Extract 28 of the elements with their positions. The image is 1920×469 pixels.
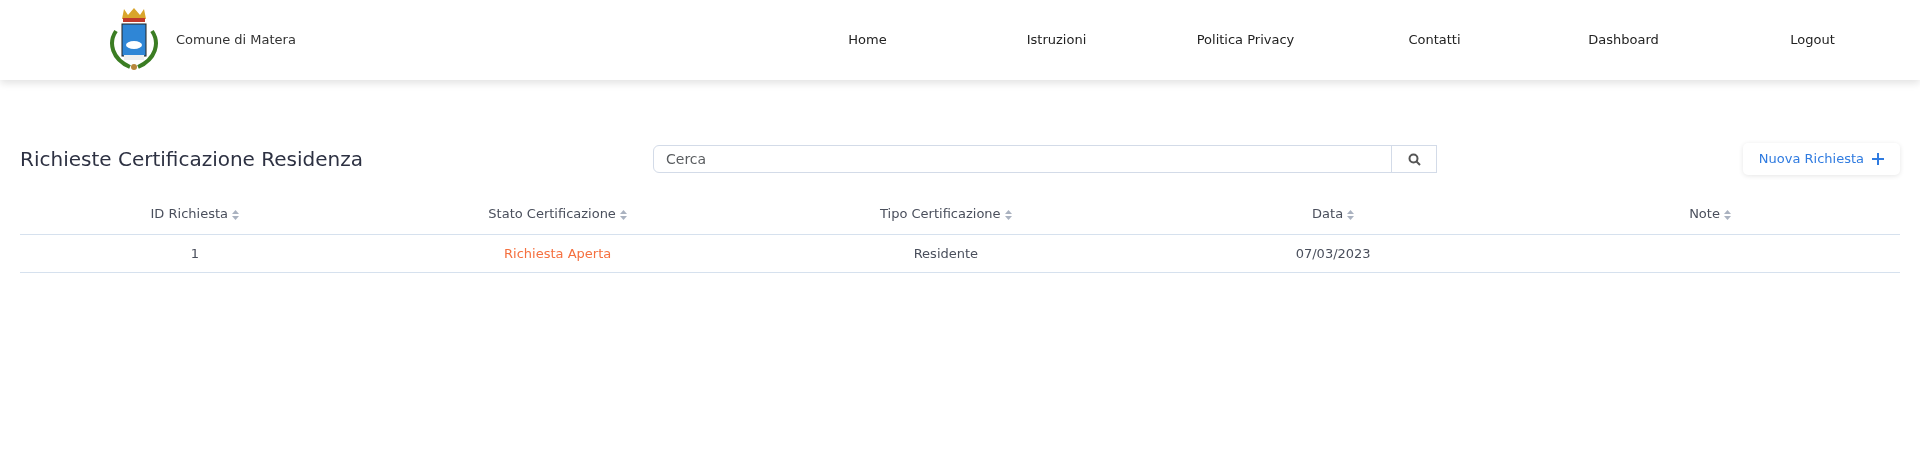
nav-link[interactable]: Politica Privacy: [1151, 30, 1340, 50]
nav-link[interactable]: Logout: [1718, 30, 1907, 50]
search-field[interactable]: Cerca: [653, 145, 1392, 173]
nav-link[interactable]: Istruzioni: [962, 30, 1151, 50]
new-request-button[interactable]: Nuova Richiesta: [1742, 143, 1900, 175]
coat-of-arms-logo: [108, 7, 160, 73]
column-header[interactable]: ID Richiesta: [150, 206, 228, 221]
search-button[interactable]: [1391, 145, 1437, 173]
plus-icon: [1872, 153, 1884, 165]
column-header[interactable]: Note: [1689, 206, 1720, 221]
table-cell: 07/03/2023: [1295, 245, 1371, 261]
brand-name: Comune di Matera: [176, 31, 296, 50]
sort-icon[interactable]: [232, 209, 240, 220]
status-text: Richiesta Aperta: [504, 245, 612, 261]
column-header[interactable]: Data: [1312, 206, 1344, 221]
page-title: Richieste Certificazione Residenza: [20, 147, 364, 171]
table-cell: 1: [190, 245, 199, 261]
column-header[interactable]: Stato Certificazione: [488, 206, 616, 221]
sort-icon[interactable]: [1347, 209, 1355, 220]
nav-link[interactable]: Dashboard: [1529, 30, 1718, 50]
sort-icon[interactable]: [1724, 209, 1732, 220]
column-header[interactable]: Tipo Certificazione: [880, 206, 1001, 221]
sort-icon[interactable]: [620, 209, 627, 220]
nav-link[interactable]: Contatti: [1340, 30, 1529, 50]
nav-link[interactable]: Home: [773, 30, 962, 50]
sort-icon[interactable]: [1004, 209, 1012, 220]
search-icon: [1407, 152, 1421, 166]
table-cell: Residente: [913, 245, 979, 261]
